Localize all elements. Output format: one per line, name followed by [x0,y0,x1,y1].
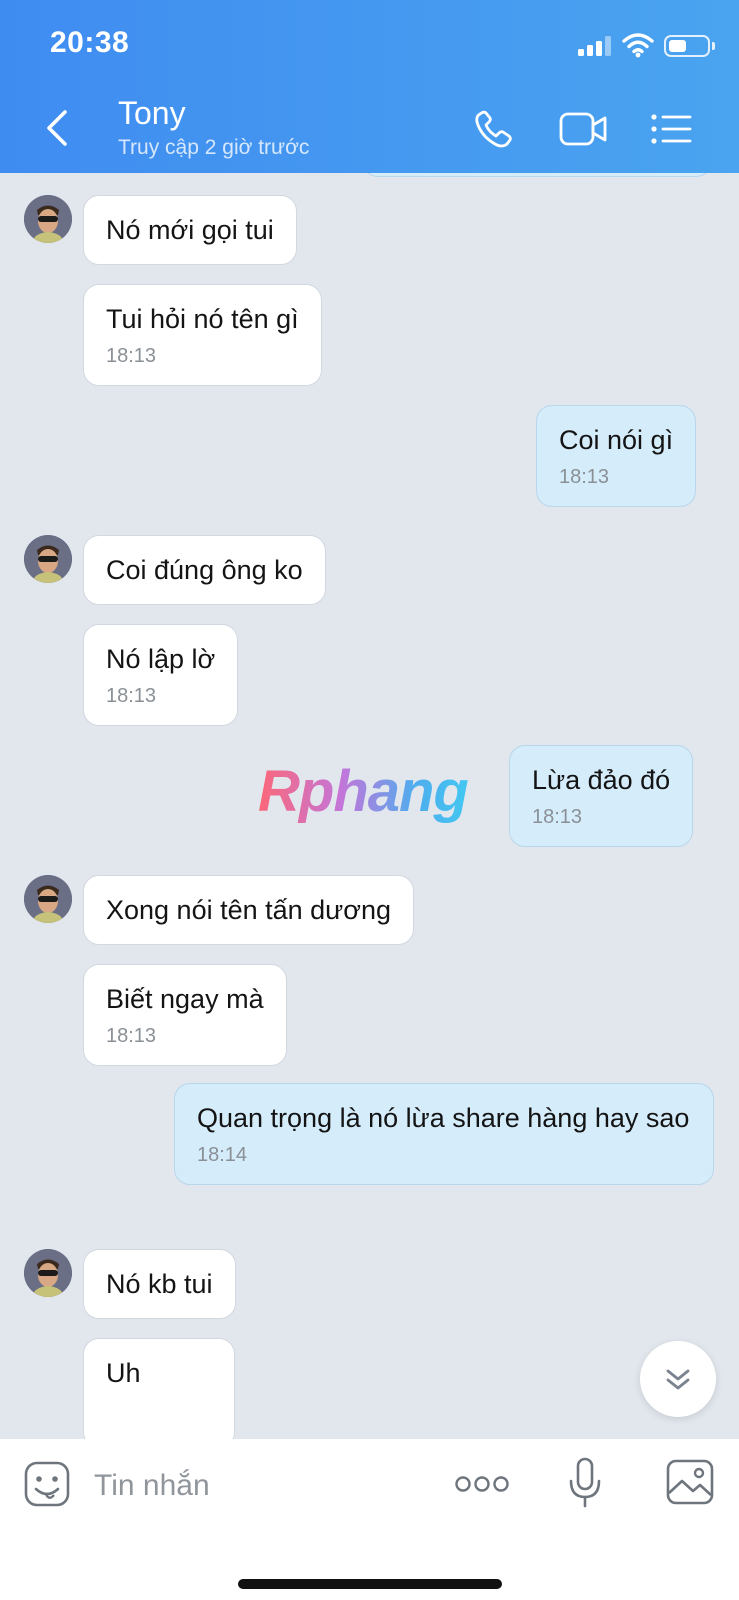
avatar-person-icon [24,875,72,923]
sticker-icon[interactable] [24,1461,70,1507]
double-chevron-down-icon [666,1369,690,1390]
message-composer: Tin nhắn [0,1439,739,1600]
scroll-to-bottom-button[interactable] [640,1341,716,1417]
image-gallery-icon[interactable] [666,1459,714,1505]
contact-avatar[interactable] [24,535,72,583]
contact-avatar[interactable] [24,875,72,923]
contact-title[interactable]: Tony Truy cập 2 giờ trước [118,94,309,162]
message-bubble-incoming[interactable]: Uh [83,1338,235,1439]
wifi-icon [622,33,654,58]
message-bubble-outgoing[interactable]: Coi nói gì 18:13 [536,405,697,507]
message-bubble-incoming[interactable]: Coi đúng ông ko [83,535,326,605]
contact-name: Tony [118,95,186,131]
battery-icon [664,35,715,57]
phone-icon[interactable] [470,108,522,152]
chat-header: 20:38 Tony Truy cập 2 giờ trước [0,0,739,173]
message-time: 18:13 [106,685,157,707]
message-bubble-incoming[interactable]: Xong nói tên tấn dương [83,875,414,945]
message-bubble-partial[interactable] [362,173,712,177]
video-call-icon[interactable] [558,108,610,152]
status-bar: 20:38 [0,0,739,90]
message-bubble-incoming[interactable]: Biết ngay mà 18:13 [83,964,287,1066]
cellular-signal-icon [578,36,614,56]
message-text: Lừa đảo đó [532,765,671,795]
contact-last-seen: Truy cập 2 giờ trước [118,136,310,159]
home-indicator [238,1579,502,1589]
message-text: Coi đúng ông ko [106,555,303,585]
watermark-logo: Rphang [258,759,469,824]
microphone-icon[interactable] [568,1457,602,1509]
message-bubble-incoming[interactable]: Nó kb tui [83,1249,236,1319]
message-time: 18:13 [559,466,610,488]
message-input[interactable]: Tin nhắn [94,1469,210,1503]
message-time: 18:13 [106,1025,157,1047]
avatar-person-icon [24,195,72,243]
message-text: Biết ngay mà [106,984,264,1014]
message-text: Xong nói tên tấn dương [106,895,391,925]
message-text: Nó lập lờ [106,644,216,674]
message-text: Quan trọng là nó lừa share hàng hay sao [197,1103,690,1133]
back-icon[interactable] [40,108,76,148]
more-options-icon[interactable] [455,1474,509,1494]
status-time: 20:38 [50,26,130,59]
message-list[interactable]: Nó mới gọi tui Tui hỏi nó tên gì 18:13 C… [0,173,739,1439]
message-text: Coi nói gì [559,425,674,455]
message-bubble-outgoing[interactable]: Quan trọng là nó lừa share hàng hay sao … [174,1083,714,1185]
message-text: Uh [106,1358,141,1388]
message-bubble-outgoing[interactable]: Lừa đảo đó 18:13 [509,745,694,847]
message-bubble-incoming[interactable]: Nó lập lờ 18:13 [83,624,239,726]
message-time: 18:13 [532,806,583,828]
avatar-person-icon [24,535,72,583]
menu-list-icon[interactable] [648,108,700,152]
message-bubble-incoming[interactable]: Tui hỏi nó tên gì 18:13 [83,284,322,386]
message-time: 18:13 [106,345,157,367]
contact-avatar[interactable] [24,1249,72,1297]
contact-avatar[interactable] [24,195,72,243]
avatar-person-icon [24,1249,72,1297]
message-time: 18:14 [197,1144,248,1166]
message-bubble-incoming[interactable]: Nó mới gọi tui [83,195,297,265]
message-text: Nó kb tui [106,1269,213,1299]
message-text: Tui hỏi nó tên gì [106,304,299,334]
message-text: Nó mới gọi tui [106,215,274,245]
